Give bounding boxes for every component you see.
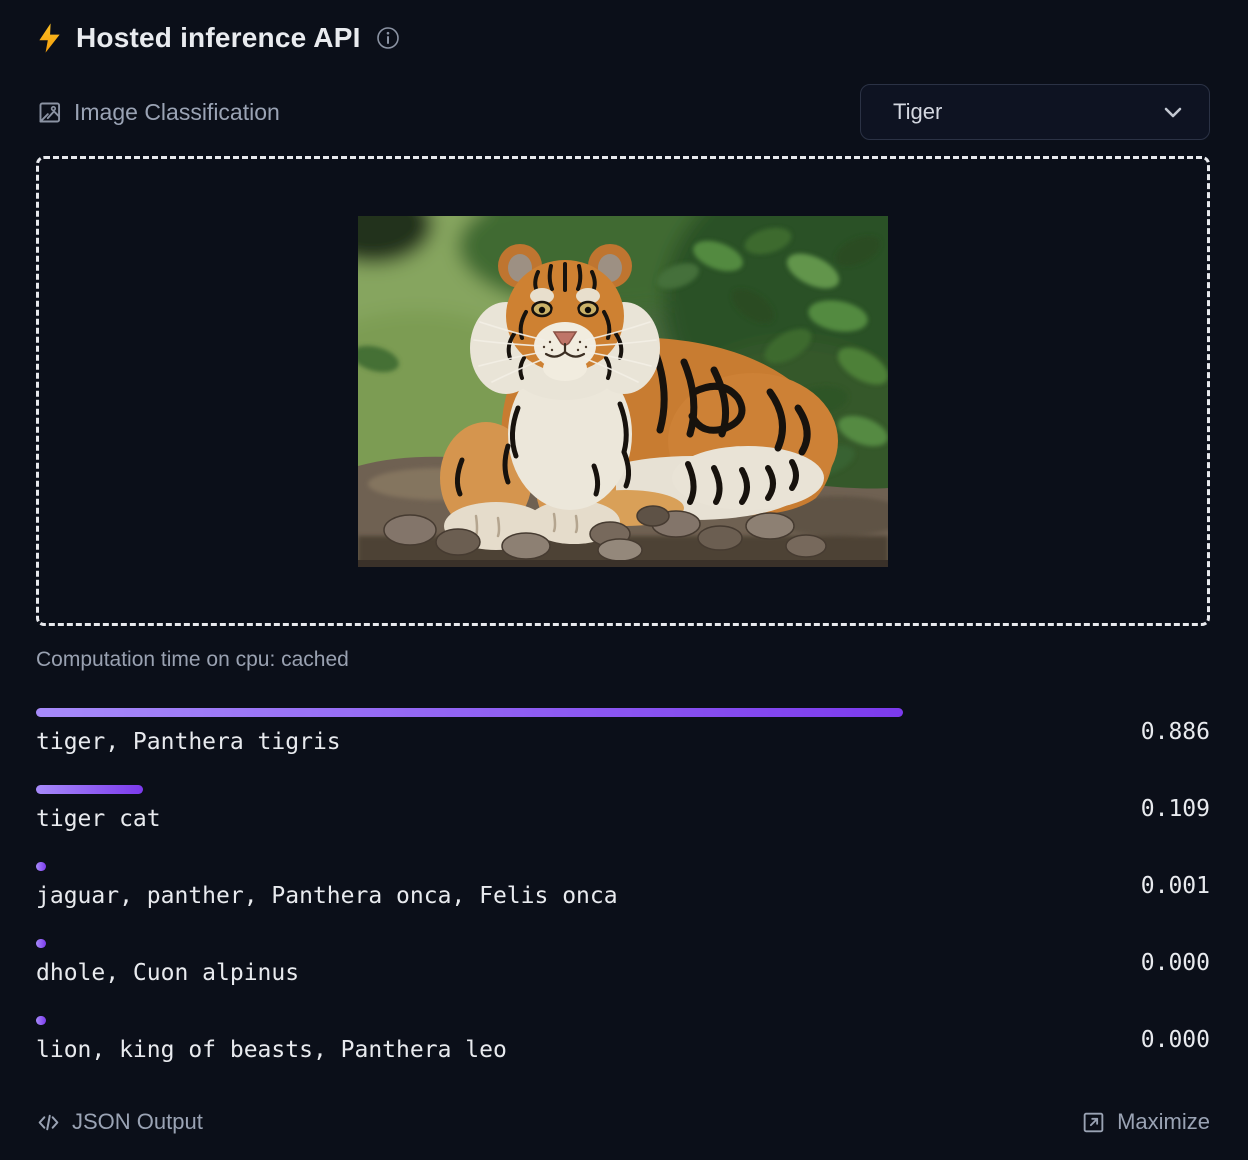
- confidence-score: 0.000: [1052, 1027, 1210, 1053]
- result-row: tiger cat 0.109: [36, 785, 1210, 832]
- inference-widget: Hosted inference API Image Classificatio…: [0, 0, 1248, 1135]
- image-drop-zone[interactable]: [36, 156, 1210, 626]
- result-row: dhole, Cuon alpinus 0.000: [36, 939, 1210, 986]
- confidence-bar: [36, 1016, 1014, 1025]
- maximize-icon: [1081, 1110, 1106, 1135]
- confidence-bar-fill: [36, 862, 46, 871]
- result-row: tiger, Panthera tigris 0.886: [36, 708, 1210, 755]
- class-label: jaguar, panther, Panthera onca, Felis on…: [36, 883, 1014, 909]
- confidence-bar: [36, 785, 1014, 794]
- confidence-bar: [36, 708, 1014, 717]
- confidence-bar-fill: [36, 785, 143, 794]
- image-classification-icon: [36, 99, 63, 126]
- code-icon: [36, 1110, 61, 1135]
- class-label: tiger, Panthera tigris: [36, 729, 1014, 755]
- lightning-bolt-icon: [36, 22, 63, 54]
- task-type: Image Classification: [36, 99, 280, 126]
- confidence-bar-fill: [36, 708, 903, 717]
- task-row: Image Classification Tiger: [36, 84, 1210, 140]
- maximize-label: Maximize: [1117, 1109, 1210, 1135]
- json-output-label: JSON Output: [72, 1109, 203, 1135]
- selected-example: Tiger: [893, 99, 942, 125]
- class-label: lion, king of beasts, Panthera leo: [36, 1037, 1014, 1063]
- example-selector-dropdown[interactable]: Tiger: [860, 84, 1210, 140]
- class-label: tiger cat: [36, 806, 1014, 832]
- maximize-button[interactable]: Maximize: [1081, 1109, 1210, 1135]
- widget-header: Hosted inference API: [36, 22, 1210, 54]
- confidence-bar: [36, 939, 1014, 948]
- results-list: tiger, Panthera tigris 0.886 tiger cat 0…: [36, 708, 1210, 1063]
- confidence-score: 0.886: [1052, 719, 1210, 745]
- info-icon[interactable]: [376, 26, 400, 50]
- chevron-down-icon: [1161, 100, 1185, 124]
- confidence-score: 0.109: [1052, 796, 1210, 822]
- class-label: dhole, Cuon alpinus: [36, 960, 1014, 986]
- confidence-bar-fill: [36, 1016, 46, 1025]
- json-output-button[interactable]: JSON Output: [36, 1109, 203, 1135]
- computation-time: Computation time on cpu: cached: [36, 648, 1210, 672]
- task-label: Image Classification: [74, 99, 280, 126]
- page-title: Hosted inference API: [76, 22, 361, 54]
- result-row: lion, king of beasts, Panthera leo 0.000: [36, 1016, 1210, 1063]
- confidence-bar: [36, 862, 1014, 871]
- result-row: jaguar, panther, Panthera onca, Felis on…: [36, 862, 1210, 909]
- widget-footer: JSON Output Maximize: [36, 1109, 1210, 1135]
- confidence-bar-fill: [36, 939, 46, 948]
- confidence-score: 0.001: [1052, 873, 1210, 899]
- confidence-score: 0.000: [1052, 950, 1210, 976]
- tiger-photo: [358, 216, 888, 567]
